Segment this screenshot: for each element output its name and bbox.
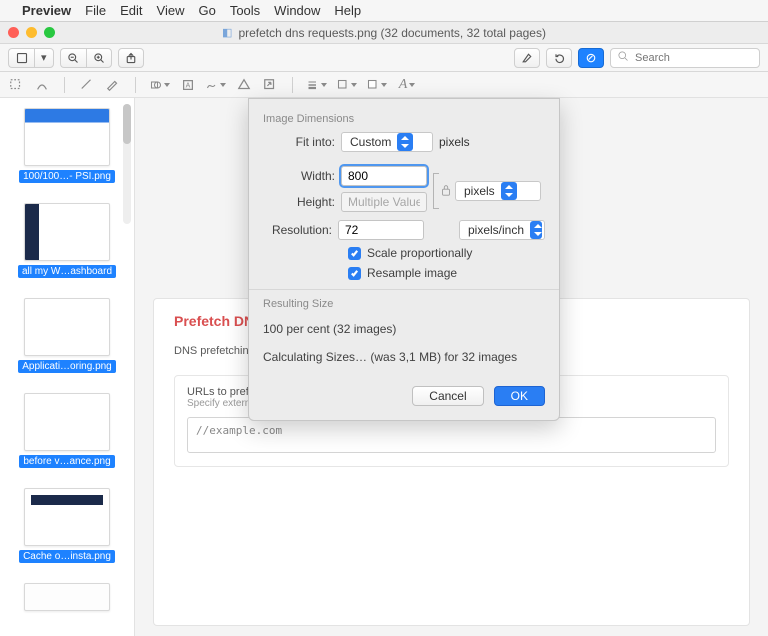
thumbnail-item[interactable]: 100/100…- PSI.png (8, 108, 126, 183)
ok-button[interactable]: OK (494, 386, 545, 406)
dialog-section-dimensions: Image Dimensions (249, 99, 559, 129)
thumbnail-item[interactable] (8, 583, 126, 611)
shapes-tool-icon[interactable] (150, 77, 170, 93)
thumbnail-sidebar: 100/100…- PSI.png all my W…ashboard Appl… (0, 98, 135, 636)
sketch-tool-icon[interactable] (79, 77, 95, 93)
scale-proportionally-label: Scale proportionally (367, 246, 472, 260)
resolution-unit-value: pixels/inch (468, 223, 524, 237)
separator (135, 77, 136, 93)
thumbnail-label: before v…ance.png (19, 455, 114, 468)
thumbnail-label: all my W…ashboard (18, 265, 116, 278)
search-icon (617, 50, 629, 65)
instant-alpha-tool-icon[interactable] (34, 77, 50, 93)
menu-go[interactable]: Go (198, 3, 215, 18)
menu-edit[interactable]: Edit (120, 3, 142, 18)
toolbar-primary: ▾ (0, 44, 768, 72)
highlight-button[interactable] (514, 48, 540, 68)
view-mode-dropdown[interactable]: ▾ (34, 48, 54, 68)
rotate-button[interactable] (546, 48, 572, 68)
zoom-in-button[interactable] (86, 48, 112, 68)
window-zoom-button[interactable] (44, 27, 55, 38)
menu-file[interactable]: File (85, 3, 106, 18)
thumbnail-label: Applicati…oring.png (18, 360, 116, 373)
view-mode-button[interactable] (8, 48, 34, 68)
thumbnail-label: 100/100…- PSI.png (19, 170, 115, 183)
calculating-sizes-text: Calculating Sizes… (was 3,1 MB) for 32 i… (263, 350, 545, 364)
selection-tool-icon[interactable] (8, 77, 24, 93)
thumbnail-item[interactable]: Cache o…insta.png (8, 488, 126, 563)
markup-toggle-button[interactable] (578, 48, 604, 68)
dimension-unit-value: pixels (464, 184, 495, 198)
resample-image-label: Resample image (367, 266, 457, 280)
dialog-section-resulting: Resulting Size (249, 290, 559, 314)
thumbnail-item[interactable]: before v…ance.png (8, 393, 126, 468)
text-tool-icon[interactable]: A (180, 77, 196, 93)
fit-into-value: Custom (350, 135, 391, 149)
window-close-button[interactable] (8, 27, 19, 38)
window-minimize-button[interactable] (26, 27, 37, 38)
menu-help[interactable]: Help (334, 3, 361, 18)
menu-window[interactable]: Window (274, 3, 320, 18)
font-style-icon[interactable]: A (397, 77, 417, 93)
lock-aspect-icon[interactable] (439, 183, 453, 197)
dimension-unit-select[interactable]: pixels (455, 181, 541, 201)
height-label: Height: (263, 195, 335, 209)
menubar: Preview File Edit View Go Tools Window H… (0, 0, 768, 22)
select-arrows-icon (397, 133, 413, 151)
thumbnail-label: Cache o…insta.png (19, 550, 115, 563)
titlebar: ◧ prefetch dns requests.png (32 document… (0, 22, 768, 44)
resample-image-checkbox[interactable] (348, 267, 361, 280)
svg-text:A: A (186, 82, 191, 89)
search-input[interactable] (633, 50, 753, 66)
menu-app-name[interactable]: Preview (22, 3, 71, 18)
fit-into-select[interactable]: Custom (341, 132, 433, 152)
window-title: prefetch dns requests.png (32 documents,… (238, 26, 546, 40)
thumbnail-item[interactable]: all my W…ashboard (8, 203, 126, 278)
select-arrows-icon (530, 221, 542, 239)
share-button[interactable] (118, 48, 144, 68)
thumbnail-item[interactable]: Applicati…oring.png (8, 298, 126, 373)
separator (292, 77, 293, 93)
draw-tool-icon[interactable] (105, 77, 121, 93)
sign-tool-icon[interactable] (206, 77, 226, 93)
adjust-size-tool-icon[interactable] (262, 77, 278, 93)
fit-into-label: Fit into: (263, 135, 335, 149)
line-weight-icon[interactable] (307, 77, 327, 93)
width-input[interactable] (341, 166, 427, 186)
resolution-input[interactable] (338, 220, 424, 240)
separator (64, 77, 65, 93)
resulting-size-value: 100 per cent (32 images) (263, 322, 545, 336)
menu-view[interactable]: View (157, 3, 185, 18)
select-arrows-icon (501, 182, 517, 200)
document-icon: ◧ (222, 26, 232, 39)
cancel-button[interactable]: Cancel (412, 386, 483, 406)
fill-color-icon[interactable] (367, 77, 387, 93)
sidebar-scroll-thumb[interactable] (123, 104, 131, 144)
border-color-icon[interactable] (337, 77, 357, 93)
resolution-unit-select[interactable]: pixels/inch (459, 220, 545, 240)
adjust-size-dialog: Image Dimensions Fit into: Custom pixels… (248, 98, 560, 421)
resolution-label: Resolution: (263, 223, 332, 237)
width-label: Width: (263, 169, 335, 183)
scale-proportionally-checkbox[interactable] (348, 247, 361, 260)
url-textarea[interactable]: //example.com (187, 417, 716, 453)
search-field[interactable] (610, 48, 760, 68)
fit-into-unit: pixels (439, 135, 470, 149)
adjust-color-tool-icon[interactable] (236, 77, 252, 93)
menu-tools[interactable]: Tools (230, 3, 260, 18)
toolbar-markup: A A (0, 72, 768, 98)
zoom-out-button[interactable] (60, 48, 86, 68)
height-input[interactable] (341, 192, 427, 212)
